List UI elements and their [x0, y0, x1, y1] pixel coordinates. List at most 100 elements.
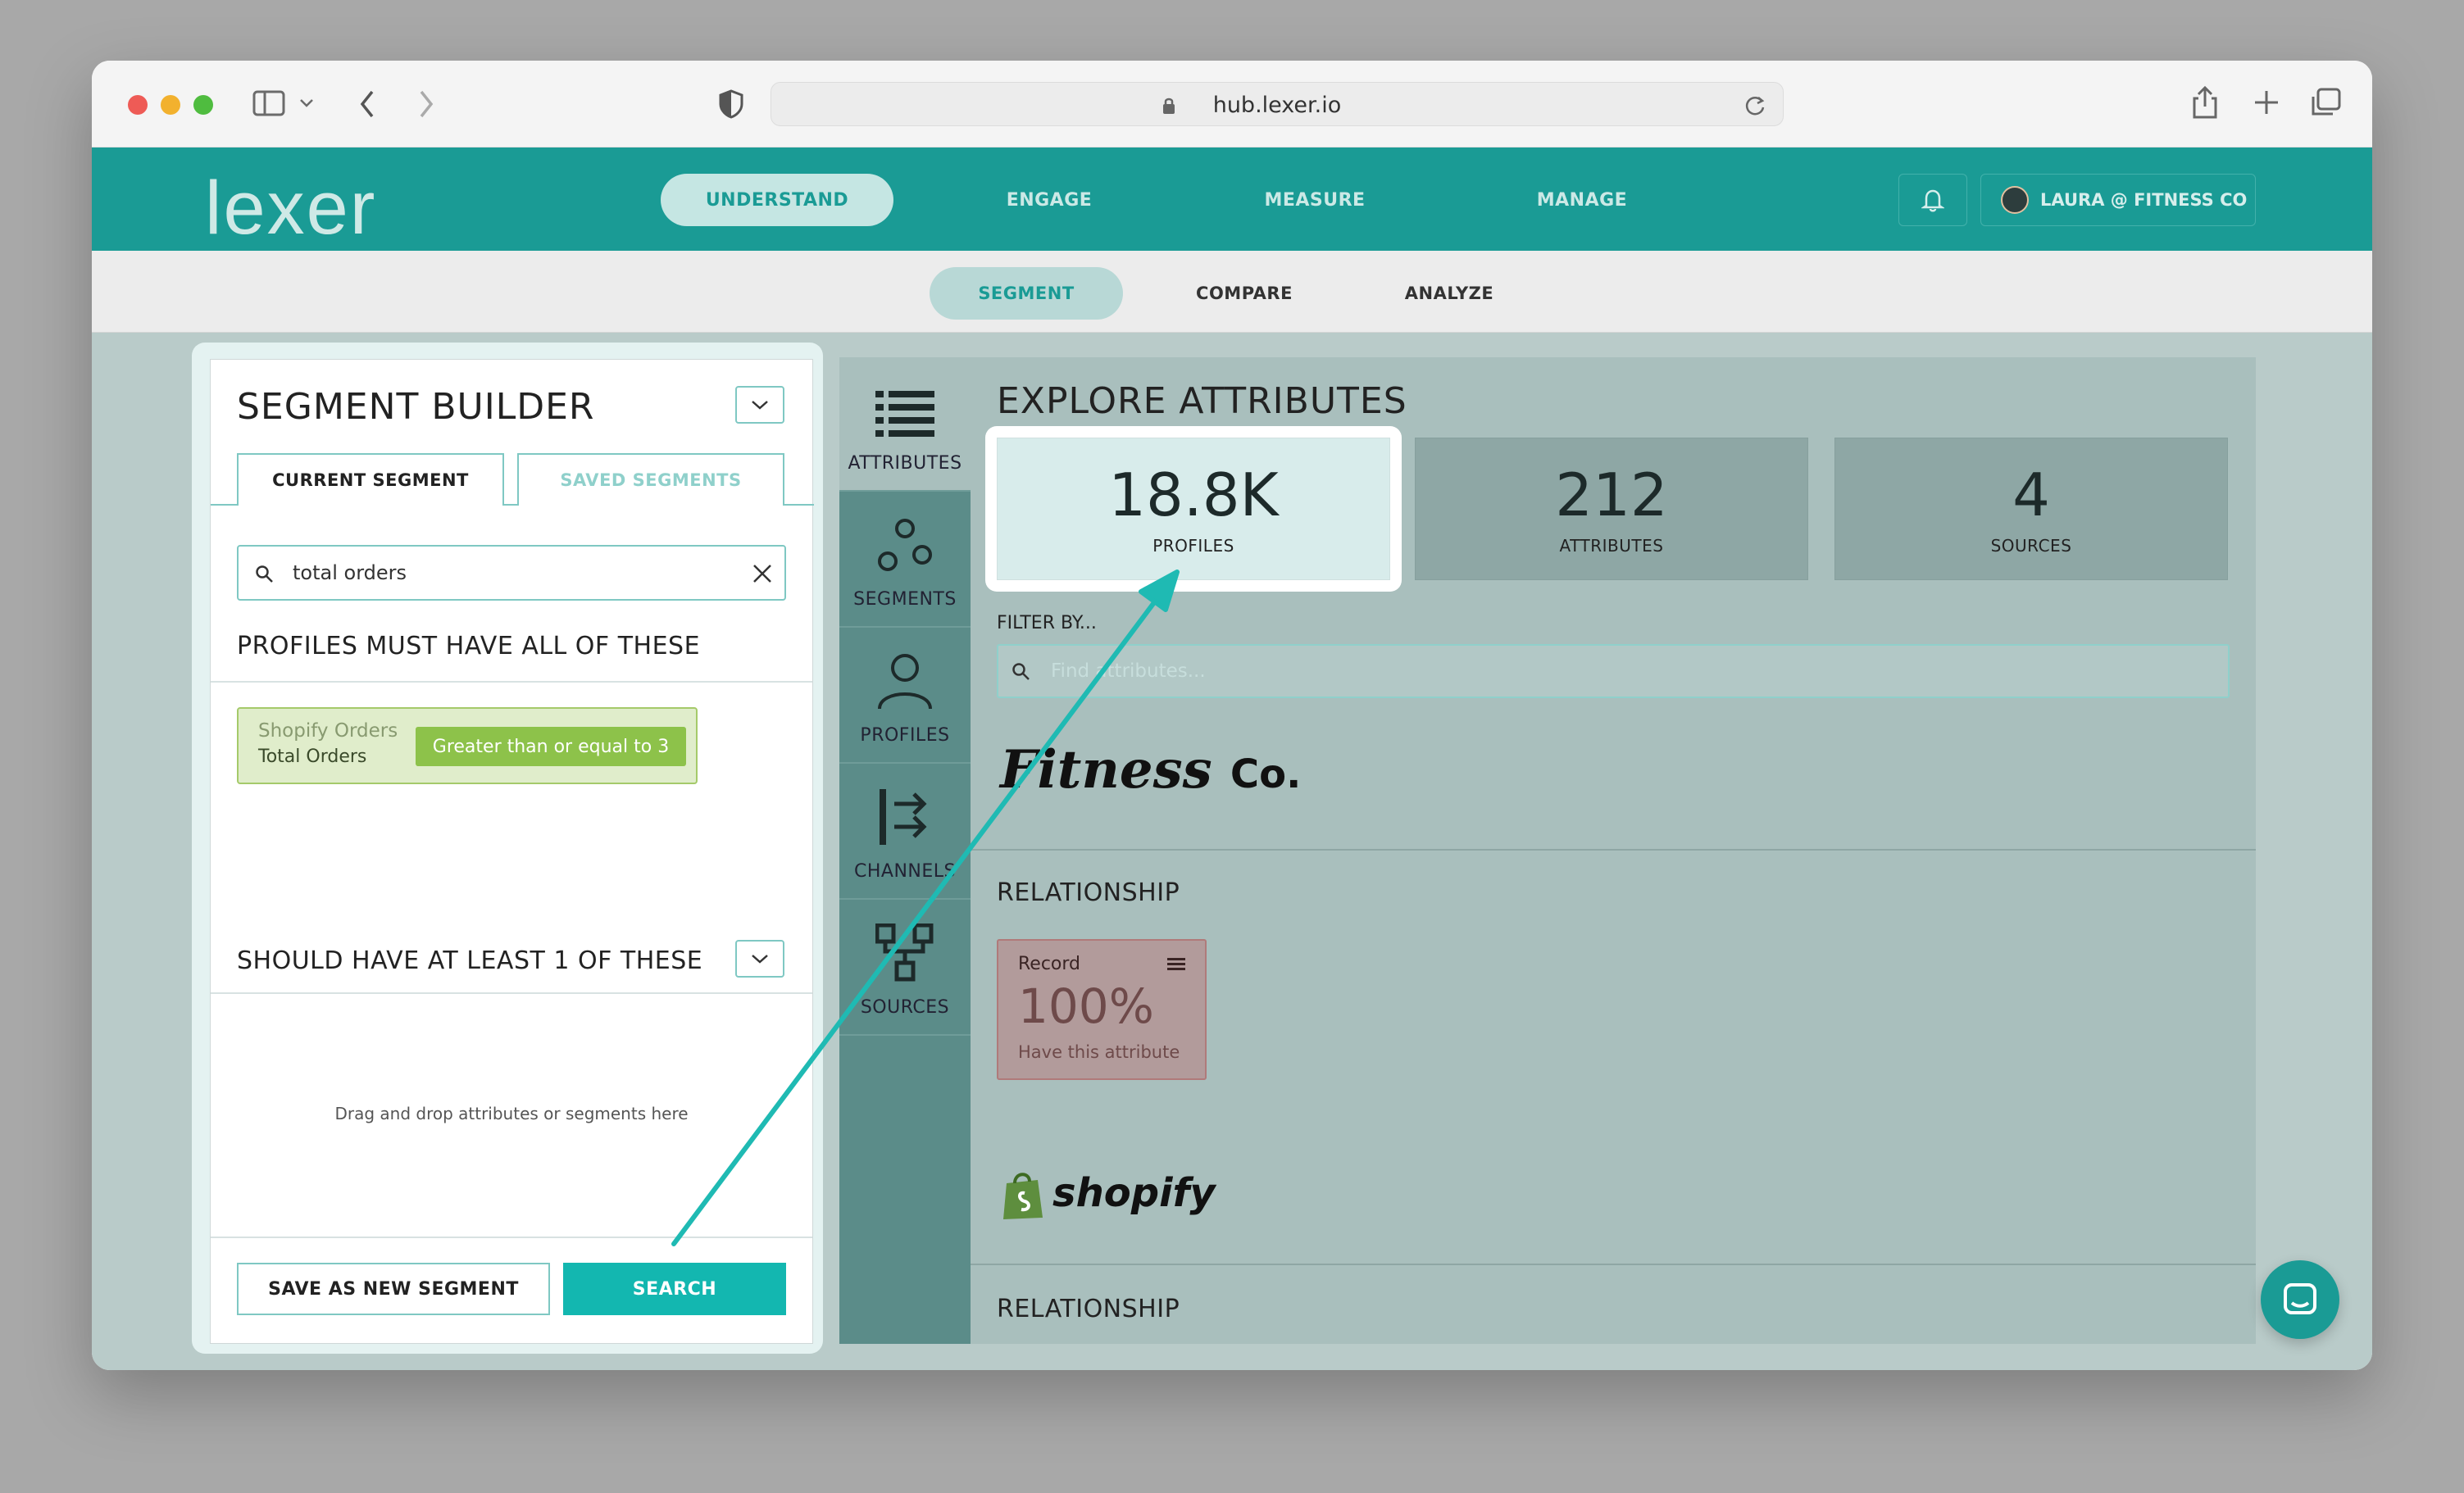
nav-engage[interactable]: ENGAGE	[943, 174, 1156, 226]
minimize-window-button[interactable]	[161, 95, 180, 115]
stat-label: ATTRIBUTES	[1559, 536, 1664, 556]
segment-builder-title: SEGMENT BUILDER	[237, 386, 595, 428]
search-input-value: total orders	[293, 561, 407, 584]
search-button[interactable]: SEARCH	[563, 1263, 786, 1315]
segment-builder-panel: SEGMENT BUILDER CURRENT SEGMENT SAVED SE…	[210, 359, 814, 1344]
maximize-window-button[interactable]	[193, 95, 213, 115]
shopify-bag-icon	[1003, 1173, 1043, 1219]
clear-icon[interactable]	[752, 563, 773, 584]
sidebar-item-sources[interactable]: SOURCES	[839, 901, 971, 1036]
nav-manage[interactable]: MANAGE	[1475, 174, 1689, 226]
new-tab-icon[interactable]	[2253, 88, 2280, 116]
segments-icon	[878, 519, 932, 571]
sidebar-item-profiles[interactable]: PROFILES	[839, 629, 971, 764]
stat-attributes: 212 ATTRIBUTES	[1415, 438, 1808, 580]
sidebar-label-sources: SOURCES	[860, 997, 950, 1018]
stat-sources: 4 SOURCES	[1834, 438, 2228, 580]
chevron-down-icon	[752, 401, 768, 410]
chevron-down-icon[interactable]	[298, 97, 315, 110]
sidebar-item-channels[interactable]: CHANNELS	[839, 765, 971, 900]
list-icon	[875, 391, 934, 437]
tab-underline	[211, 504, 237, 506]
user-menu[interactable]: LAURA @ FITNESS CO	[1980, 174, 2256, 226]
attribute-search-input[interactable]: total orders	[237, 545, 786, 601]
close-window-button[interactable]	[128, 95, 148, 115]
channels-icon	[880, 789, 927, 845]
user-name: LAURA @ FITNESS CO	[2040, 190, 2248, 210]
expand-should-have-button[interactable]	[735, 940, 784, 978]
avatar	[2001, 186, 2029, 214]
record-title: Record	[1018, 954, 1081, 974]
drop-zone-hint[interactable]: Drag and drop attributes or segments her…	[211, 1104, 812, 1123]
segment-rule-chip[interactable]: Shopify Orders Total Orders Greater than…	[237, 707, 698, 784]
filter-label: FILTER BY...	[997, 613, 1097, 633]
tab-compare[interactable]: COMPARE	[1148, 267, 1341, 320]
stat-value: 18.8K	[1108, 461, 1279, 529]
stat-profiles: 18.8K PROFILES	[997, 438, 1390, 580]
filter-attributes-input[interactable]: Find attributes...	[997, 644, 2230, 698]
stat-label: SOURCES	[1990, 536, 2072, 556]
must-have-heading: PROFILES MUST HAVE ALL OF THESE	[237, 632, 701, 660]
tab-underline	[783, 504, 814, 506]
tab-underline	[502, 504, 519, 506]
record-value: 100%	[1018, 978, 1154, 1034]
forward-arrow-icon[interactable]	[416, 88, 436, 120]
address-bar[interactable]: hub.lexer.io	[771, 82, 1784, 126]
fitness-co-logo: Fitness Co.	[1000, 739, 1301, 801]
explore-sidebar: ATTRIBUTES SEGMENTS PROFILES CHANNELS SO…	[839, 357, 971, 1344]
notifications-button[interactable]	[1898, 174, 1967, 226]
sub-navigation: SEGMENT COMPARE ANALYZE	[92, 251, 2372, 333]
sidebar-item-segments[interactable]: SEGMENTS	[839, 493, 971, 628]
section-divider	[211, 992, 812, 994]
stat-label: PROFILES	[1152, 536, 1234, 556]
tab-saved-segments[interactable]: SAVED SEGMENTS	[517, 453, 784, 506]
section-divider	[211, 681, 812, 683]
sidebar-toggle-icon[interactable]	[252, 90, 285, 116]
rule-condition[interactable]: Greater than or equal to 3	[416, 727, 686, 766]
relationship-heading-2: RELATIONSHIP	[997, 1295, 1180, 1323]
tab-current-segment[interactable]: CURRENT SEGMENT	[237, 453, 504, 506]
search-icon	[1012, 663, 1030, 680]
tab-analyze[interactable]: ANALYZE	[1352, 267, 1546, 320]
lexer-logo[interactable]: lexer	[205, 166, 376, 252]
sidebar-item-attributes[interactable]: ATTRIBUTES	[839, 357, 971, 492]
nav-understand[interactable]: UNDERSTAND	[661, 174, 893, 226]
save-as-new-segment-button[interactable]: SAVE AS NEW SEGMENT	[237, 1263, 550, 1315]
sidebar-label-attributes: ATTRIBUTES	[848, 453, 962, 474]
nav-measure[interactable]: MEASURE	[1208, 174, 1421, 226]
bell-icon	[1921, 189, 1944, 212]
menu-icon[interactable]	[1167, 957, 1187, 970]
rule-source: Shopify Orders	[258, 720, 398, 742]
record-subtitle: Have this attribute	[1018, 1042, 1180, 1062]
record-attribute-card[interactable]: Record 100% Have this attribute	[997, 939, 1207, 1080]
brand-suffix: Co.	[1230, 751, 1302, 797]
chat-launcher-button[interactable]	[2261, 1260, 2339, 1339]
shield-icon[interactable]	[718, 88, 744, 120]
chevron-down-icon	[752, 955, 768, 964]
stat-value: 212	[1555, 461, 1668, 529]
share-icon[interactable]	[2190, 85, 2220, 120]
collapse-builder-button[interactable]	[735, 386, 784, 424]
explore-attributes-title: EXPLORE ATTRIBUTES	[997, 380, 1407, 422]
tab-segment[interactable]: SEGMENT	[930, 267, 1123, 320]
section-divider	[971, 849, 2256, 851]
tab-overview-icon[interactable]	[2310, 87, 2343, 118]
section-divider	[211, 1237, 812, 1238]
top-navigation: lexer UNDERSTAND ENGAGE MEASURE MANAGE L…	[92, 147, 2372, 251]
url-text: hub.lexer.io	[1212, 93, 1342, 118]
sidebar-label-channels: CHANNELS	[854, 861, 956, 882]
section-divider	[971, 1264, 2256, 1265]
filter-placeholder: Find attributes...	[1051, 660, 1206, 682]
stat-value: 4	[2012, 461, 2050, 529]
person-icon	[878, 654, 932, 710]
chat-icon	[2284, 1283, 2316, 1314]
search-icon	[256, 565, 273, 583]
shopify-logo-text: shopify	[1052, 1170, 1216, 1216]
brand-name: Fitness	[1000, 739, 1212, 801]
sources-icon	[875, 923, 934, 982]
back-arrow-icon[interactable]	[357, 88, 377, 120]
sidebar-label-segments: SEGMENTS	[853, 589, 957, 610]
reload-icon[interactable]	[1743, 94, 1766, 117]
should-have-heading: SHOULD HAVE AT LEAST 1 OF THESE	[237, 946, 703, 975]
sidebar-label-profiles: PROFILES	[860, 725, 950, 746]
